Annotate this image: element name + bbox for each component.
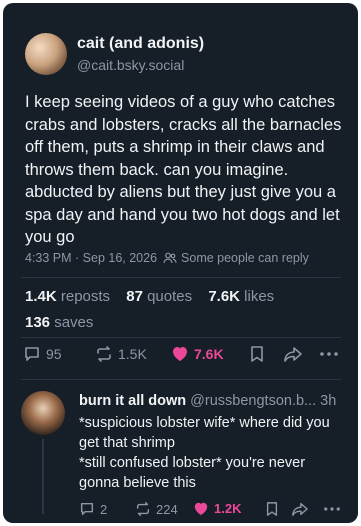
divider: [21, 379, 341, 380]
share-button[interactable]: [283, 345, 308, 363]
share-icon: [284, 347, 302, 362]
reply-button[interactable]: 95: [23, 345, 62, 363]
repost-icon: [136, 502, 150, 516]
bookmark-icon: [251, 346, 263, 362]
post-actions: 95 1.5K 7.6K: [23, 345, 343, 369]
reply-icon: [25, 347, 39, 361]
reply-button[interactable]: 2: [79, 501, 107, 517]
author-handle[interactable]: @cait.bsky.social: [77, 57, 184, 73]
more-icon: [320, 352, 338, 356]
likes-stat[interactable]: 7.6K likes: [208, 288, 274, 305]
reply-time: 3h: [320, 393, 337, 409]
repost-button[interactable]: 1.5K: [95, 345, 147, 363]
reply-author-name[interactable]: burn it all down: [79, 393, 186, 409]
like-count: 1.2K: [214, 501, 242, 516]
repost-count: 224: [156, 501, 178, 517]
reply-header: burn it all down @russbengtson.b... 3h: [79, 393, 336, 409]
repost-count: 1.5K: [118, 346, 147, 362]
avatar[interactable]: [25, 33, 67, 75]
like-button[interactable]: 1.2K: [193, 501, 241, 516]
reply-count: 95: [46, 346, 62, 362]
share-button[interactable]: [291, 501, 314, 517]
divider: [21, 277, 341, 278]
heart-icon: [173, 347, 187, 361]
reposts-stat[interactable]: 1.4K reposts: [25, 288, 110, 305]
author-name[interactable]: cait (and adonis): [77, 35, 204, 53]
quotes-stat[interactable]: 87 quotes: [126, 288, 192, 305]
reply-icon: [80, 502, 94, 516]
share-icon: [292, 502, 308, 516]
repost-button[interactable]: 224: [135, 501, 178, 517]
reply-text: *suspicious lobster wife* where did you …: [79, 415, 330, 491]
thread-line: [42, 439, 44, 514]
post-meta: 4:33 PM · Sep 16, 2026 Some people can r…: [25, 251, 355, 265]
reply-audience[interactable]: Some people can reply: [181, 251, 309, 265]
reply-author-handle[interactable]: @russbengtson.b...: [190, 393, 316, 409]
bookmark-button[interactable]: [249, 345, 270, 363]
like-button[interactable]: 7.6K: [171, 345, 224, 362]
saves-stat: 136 saves: [25, 314, 94, 331]
like-count: 7.6K: [194, 345, 224, 362]
more-button[interactable]: [319, 345, 344, 363]
avatar[interactable]: [21, 391, 65, 435]
reply-post[interactable]: burn it all down @russbengtson.b... 3h *…: [21, 391, 351, 517]
people-icon: [163, 252, 177, 264]
reply-actions: 2 224 1.2K: [79, 501, 349, 521]
repost-icon: [97, 346, 111, 362]
bookmark-button[interactable]: [265, 501, 284, 517]
post-header: cait (and adonis) @cait.bsky.social: [25, 33, 345, 83]
heart-icon: [194, 502, 208, 516]
bookmark-icon: [266, 502, 278, 516]
post-card: cait (and adonis) @cait.bsky.social I ke…: [3, 3, 358, 523]
post-stats: 1.4K reposts 87 quotes 7.6K likes: [25, 288, 286, 305]
more-icon: [324, 507, 340, 511]
divider: [21, 337, 341, 338]
post-text: I keep seeing videos of a guy who catche…: [25, 93, 342, 246]
post-timestamp: 4:33 PM · Sep 16, 2026: [25, 251, 158, 265]
more-button[interactable]: [323, 501, 346, 517]
reply-count: 2: [100, 501, 108, 517]
